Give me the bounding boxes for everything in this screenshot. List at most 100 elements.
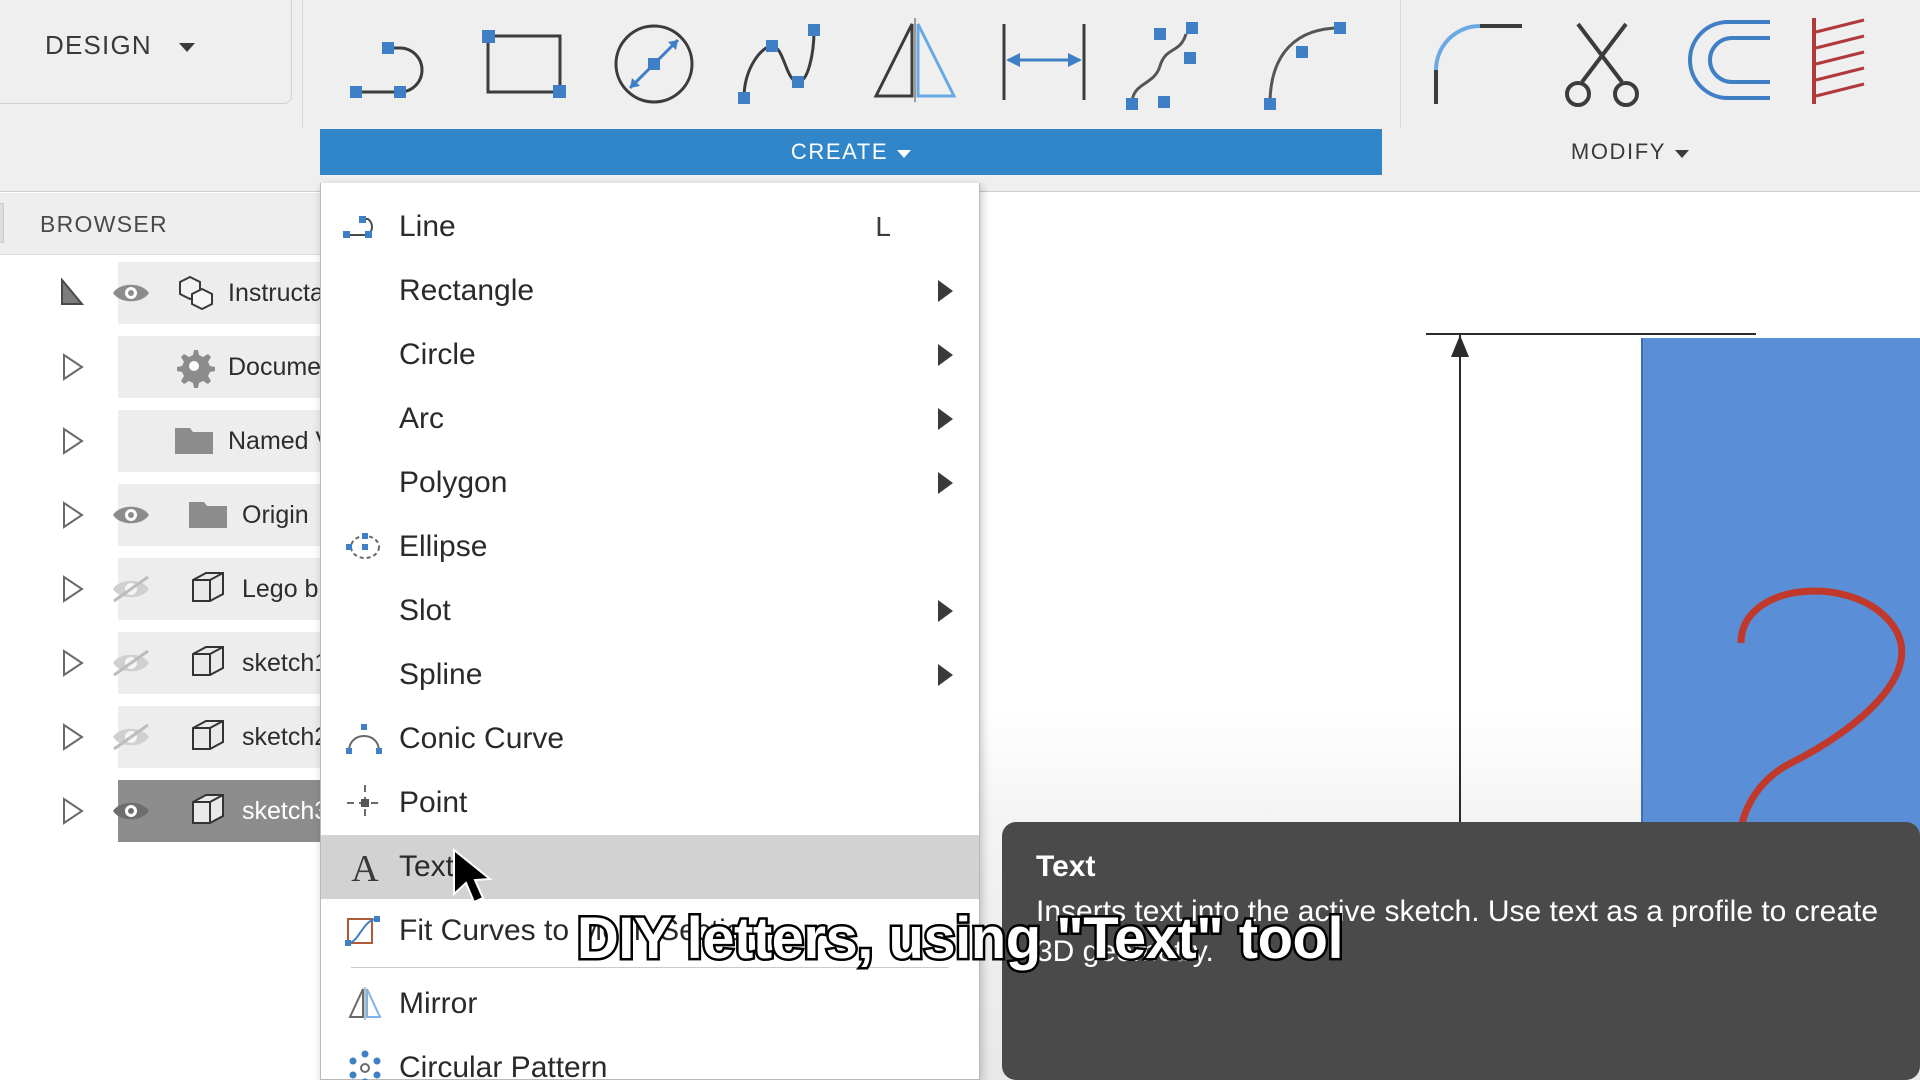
tree-item-label: Origin — [242, 500, 309, 529]
line-icon — [339, 204, 391, 250]
break-icon[interactable] — [1806, 8, 1918, 120]
eye-hidden-icon[interactable] — [110, 722, 152, 752]
trim-scissors-icon[interactable] — [1548, 8, 1660, 120]
tree-row[interactable]: Document Settings — [0, 330, 439, 404]
text-icon: A — [339, 844, 391, 890]
eye-hidden-icon[interactable] — [110, 648, 152, 678]
tree-row[interactable]: Origin — [0, 478, 378, 552]
eye-visible-icon[interactable] — [110, 278, 152, 308]
menu-item-label: Polygon — [399, 466, 508, 499]
expander-collapsed-icon[interactable] — [60, 574, 86, 604]
menu-item-label: Circle — [399, 338, 476, 371]
folder-icon — [186, 494, 230, 538]
ribbon-divider — [1400, 0, 1401, 128]
eye-hidden-icon[interactable] — [110, 574, 152, 604]
chevron-down-icon — [179, 43, 195, 52]
ribbon-divider — [302, 0, 303, 128]
menu-item-label: Mirror — [399, 987, 478, 1020]
circle-icon[interactable] — [598, 8, 710, 120]
tree-row[interactable]: Named Views — [0, 404, 382, 478]
conic-curve-icon — [339, 716, 391, 762]
dimension-icon[interactable] — [988, 8, 1100, 120]
offset-icon[interactable] — [1678, 8, 1790, 120]
expander-expanded-icon[interactable] — [60, 278, 86, 308]
spline-icon[interactable] — [728, 8, 840, 120]
menu-item-label: Conic Curve — [399, 722, 565, 755]
ribbon-toolbar: DESIGN CREATE MODIFY — [0, 0, 1920, 192]
video-caption: DIY letters, using "Text" tool — [574, 904, 1346, 974]
tree-row[interactable]: Instructables Robot v2 — [0, 256, 477, 330]
tree-row[interactable]: sketch2 — [0, 700, 378, 774]
menu-item-label: Slot — [399, 594, 451, 627]
tree-row[interactable]: sketch3 — [0, 774, 378, 848]
submenu-arrow-icon — [938, 280, 953, 302]
tab-create[interactable]: CREATE — [320, 129, 1382, 175]
eye-visible-icon[interactable] — [110, 796, 152, 826]
menu-item-shortcut: L — [875, 211, 891, 242]
fusion360-app-window: DESIGN CREATE MODIFY BROWSER Instructabl… — [0, 0, 1920, 1080]
tree-item-label: sketch2 — [242, 722, 329, 751]
menu-item-label: Point — [399, 786, 468, 819]
dimension-arrow-icon — [1451, 335, 1469, 357]
tree-item-label: sketch1 — [242, 648, 329, 677]
expander-collapsed-icon[interactable] — [60, 352, 86, 382]
tab-create-label: CREATE — [790, 139, 889, 164]
svg-text:A: A — [351, 848, 379, 887]
line-icon[interactable] — [338, 8, 450, 120]
rectangle-icon[interactable] — [468, 8, 580, 120]
expander-collapsed-icon[interactable] — [60, 500, 86, 530]
expander-collapsed-icon[interactable] — [60, 648, 86, 678]
body-icon — [186, 714, 230, 758]
browser-title: BROWSER — [40, 211, 168, 237]
tab-modify[interactable]: MODIFY — [1420, 129, 1840, 175]
expander-collapsed-icon[interactable] — [60, 796, 86, 826]
body-icon — [186, 566, 230, 610]
menu-item-arc[interactable]: Arc — [321, 387, 979, 451]
fillet-icon[interactable] — [1418, 8, 1530, 120]
mouse-cursor-icon — [453, 848, 493, 904]
assembly-icon — [172, 270, 216, 314]
menu-item-label: Text — [399, 850, 455, 883]
tree-row[interactable]: Lego brick — [0, 552, 378, 626]
tooltip-title: Text — [1036, 850, 1096, 883]
menu-item-label: Circular Pattern — [399, 1051, 608, 1080]
tree-row[interactable]: sketch1 — [0, 626, 378, 700]
menu-item-conic-curve[interactable]: Conic Curve — [321, 707, 979, 771]
menu-item-circular-pattern[interactable]: Circular Pattern — [321, 1036, 979, 1080]
fit-point-spline-icon[interactable] — [1118, 8, 1230, 120]
menu-item-text[interactable]: A Text — [321, 835, 979, 899]
mirror-icon[interactable] — [858, 8, 970, 120]
menu-item-rectangle[interactable]: Rectangle — [321, 259, 979, 323]
menu-item-polygon[interactable]: Polygon — [321, 451, 979, 515]
eye-visible-icon[interactable] — [110, 500, 152, 530]
body-icon — [186, 640, 230, 684]
expander-collapsed-icon[interactable] — [60, 722, 86, 752]
menu-item-ellipse[interactable]: Ellipse — [321, 515, 979, 579]
menu-item-line[interactable]: Line L — [321, 195, 979, 259]
menu-item-mirror[interactable]: Mirror — [321, 972, 979, 1036]
folder-icon — [172, 420, 216, 464]
point-icon — [339, 780, 391, 826]
menu-item-slot[interactable]: Slot — [321, 579, 979, 643]
chevron-down-icon — [1675, 150, 1690, 158]
menu-item-circle[interactable]: Circle — [321, 323, 979, 387]
menu-item-label: Line — [399, 210, 456, 243]
menu-item-label: Arc — [399, 402, 444, 435]
menu-item-label: Ellipse — [399, 530, 488, 563]
browser-tree: Instructables Robot v2 Document Settings — [0, 256, 477, 882]
menu-item-spline[interactable]: Spline — [321, 643, 979, 707]
workspace-switcher[interactable]: DESIGN — [0, 0, 292, 104]
workspace-label: DESIGN — [45, 30, 152, 60]
panel-collapse-handle[interactable] — [0, 203, 4, 243]
gear-icon — [172, 344, 216, 388]
dimension-extension-line — [1426, 333, 1756, 335]
arc-icon[interactable] — [1248, 8, 1360, 120]
ellipse-icon — [339, 524, 391, 570]
menu-item-point[interactable]: Point — [321, 771, 979, 835]
tab-modify-label: MODIFY — [1570, 139, 1667, 164]
menu-item-label: Rectangle — [399, 274, 535, 307]
submenu-arrow-icon — [938, 408, 953, 430]
mirror-icon — [339, 981, 391, 1027]
submenu-arrow-icon — [938, 344, 953, 366]
expander-collapsed-icon[interactable] — [60, 426, 86, 456]
